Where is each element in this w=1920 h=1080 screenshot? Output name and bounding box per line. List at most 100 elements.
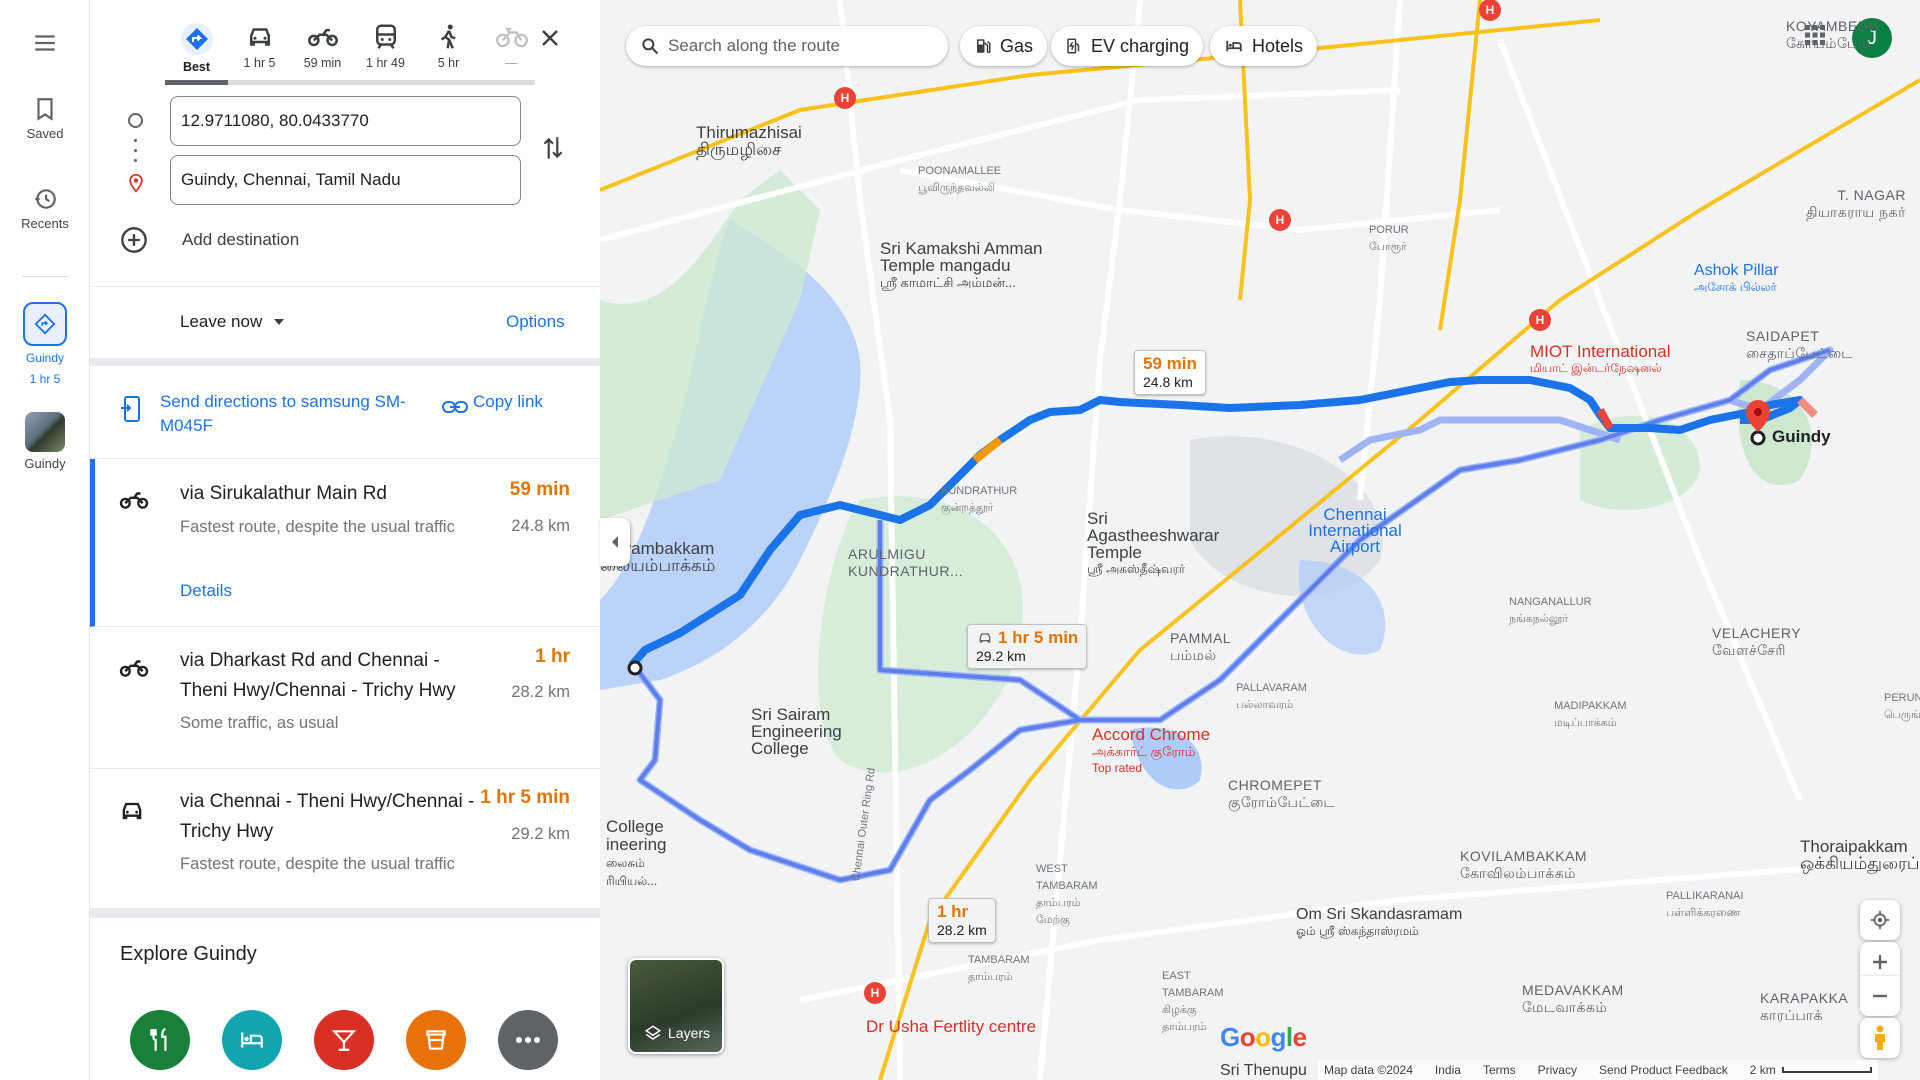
map-label-chromepet: CHROMEPET குரோம்பேட்டை bbox=[1228, 777, 1336, 810]
map-label-chennai-airport[interactable]: Chennai International Airport bbox=[1300, 506, 1410, 555]
map-label-sri-thenupu: Sri Thenupu bbox=[1220, 1062, 1307, 1079]
map-label-perun: PERUN பெருங் bbox=[1884, 692, 1920, 721]
section-divider-thick bbox=[90, 358, 600, 366]
map-label-saidapet: SAIDAPET சைதாப்பேட்டை bbox=[1746, 328, 1853, 361]
explore-heading: Explore Guindy bbox=[120, 943, 257, 965]
category-coffee-button[interactable] bbox=[406, 1010, 466, 1070]
mode-driving-label: 1 hr 5 bbox=[243, 56, 276, 70]
mode-walking[interactable]: 5 hr bbox=[417, 18, 480, 78]
route-option-2[interactable]: via Dharkast Rd and Chennai - Theni Hwy/… bbox=[90, 627, 600, 769]
map-label-kovilambakkam: KOVILAMBAKKAM கோவிலம்பாக்கம் bbox=[1460, 848, 1588, 881]
category-bars-button[interactable] bbox=[314, 1010, 374, 1070]
route-name: via Chennai - Theni Hwy/Chennai - Trichy… bbox=[180, 791, 475, 842]
motorcycle-icon bbox=[119, 660, 149, 677]
map-label-accord-chrome[interactable]: Accord Chrome அக்கார்ட் குரோம் Top rated bbox=[1092, 726, 1210, 777]
send-directions-row: Send directions to samsung SM-M045F Copy… bbox=[120, 386, 580, 446]
gas-chip-label: Gas bbox=[1000, 35, 1034, 56]
callout-time: 1 hr 5 min bbox=[998, 628, 1079, 647]
footer-privacy-link[interactable]: Privacy bbox=[1538, 1063, 1577, 1077]
route-subtitle: Some traffic, as usual bbox=[180, 714, 339, 732]
route-name: via Dharkast Rd and Chennai - Theni Hwy/… bbox=[180, 650, 456, 701]
rail-trip-guindy[interactable]: Guindy 1 hr 5 bbox=[0, 302, 90, 388]
layers-button[interactable]: Layers bbox=[628, 958, 724, 1054]
close-directions-button[interactable] bbox=[538, 26, 562, 55]
bar-icon bbox=[331, 1030, 357, 1051]
mode-cycling[interactable]: — bbox=[480, 18, 543, 78]
search-along-route-input[interactable]: Search along the route bbox=[626, 26, 948, 66]
mode-motorcycle[interactable]: 59 min bbox=[291, 18, 354, 78]
search-placeholder: Search along the route bbox=[668, 36, 841, 55]
mode-best[interactable]: Best bbox=[165, 18, 228, 78]
place-thumbnail bbox=[25, 412, 65, 452]
ev-chip-label: EV charging bbox=[1091, 35, 1190, 56]
close-icon bbox=[542, 30, 558, 46]
menu-button[interactable] bbox=[0, 30, 90, 56]
map-label-madipakkam: MADIPAKKAM மடிப்பாக்கம் bbox=[1554, 700, 1627, 729]
route-option-1[interactable]: via Sirukalathur Main Rd Fastest route, … bbox=[90, 459, 600, 627]
footer-terms-link[interactable]: Terms bbox=[1483, 1063, 1516, 1077]
route-distance: 24.8 km bbox=[511, 517, 570, 535]
gas-chip[interactable]: Gas bbox=[960, 26, 1048, 66]
footer-feedback-link[interactable]: Send Product Feedback bbox=[1599, 1063, 1728, 1077]
swap-button[interactable] bbox=[540, 133, 566, 168]
map-label-sri-sairam: Sri Sairam Engineering College bbox=[751, 705, 842, 758]
map-label-miot[interactable]: MIOT International மியாட் இன்டர்நேஷனல் bbox=[1530, 343, 1670, 377]
map-footer: Map data ©2024 India Terms Privacy Send … bbox=[1318, 1060, 1878, 1080]
rail-place-guindy[interactable]: Guindy bbox=[0, 412, 90, 472]
collapse-panel-button[interactable] bbox=[600, 518, 630, 566]
map-label-pallavaram: PALLAVARAM பல்லாவரம் bbox=[1236, 682, 1307, 711]
leave-now-dropdown[interactable]: Leave now bbox=[180, 312, 286, 332]
category-hotels-button[interactable] bbox=[222, 1010, 282, 1070]
zoom-out-button[interactable] bbox=[1860, 976, 1900, 1016]
mode-cycling-label: — bbox=[505, 56, 518, 70]
rail-divider bbox=[22, 276, 68, 277]
map-label-karapakka: KARAPAKKA காரப்பாக் bbox=[1760, 990, 1849, 1023]
street-view-button[interactable] bbox=[1860, 1018, 1900, 1058]
best-route-icon bbox=[180, 23, 213, 55]
svg-text:H: H bbox=[871, 986, 880, 1000]
svg-text:H: H bbox=[841, 91, 850, 105]
map-canvas[interactable]: H H H H H Search along the route Gas EV char… bbox=[600, 0, 1920, 1080]
route-option-3[interactable]: via Chennai - Theni Hwy/Chennai - Trichy… bbox=[90, 769, 600, 909]
route-callout-2[interactable]: 1 hr 5 min 29.2 km bbox=[967, 624, 1088, 669]
origin-input[interactable]: 12.9711080, 80.0433770 bbox=[170, 96, 521, 146]
copy-link-button[interactable]: Copy link bbox=[473, 390, 553, 414]
recents-button[interactable]: Recents bbox=[0, 186, 90, 232]
saved-label: Saved bbox=[26, 126, 64, 141]
rail-trip-label: Guindy bbox=[25, 351, 65, 365]
options-button[interactable]: Options bbox=[506, 312, 565, 332]
add-destination-button[interactable]: Add destination bbox=[120, 226, 299, 254]
mode-walking-label: 5 hr bbox=[437, 56, 460, 70]
scale-bar-label[interactable]: 2 km bbox=[1750, 1063, 1776, 1077]
minus-icon bbox=[1873, 994, 1887, 998]
ev-charging-chip[interactable]: EV charging bbox=[1051, 26, 1204, 66]
destination-input[interactable]: Guindy, Chennai, Tamil Nadu bbox=[170, 155, 521, 205]
map-label-velachery: VELACHERY வேளச்சேரி bbox=[1712, 625, 1802, 658]
hotels-chip[interactable]: Hotels bbox=[1210, 26, 1318, 66]
category-restaurants-button[interactable] bbox=[130, 1010, 190, 1070]
origin-marker-icon bbox=[128, 113, 143, 128]
category-more-button[interactable] bbox=[498, 1010, 558, 1070]
svg-text:H: H bbox=[1276, 213, 1285, 227]
route-details-link[interactable]: Details bbox=[180, 581, 232, 601]
route-callout-3[interactable]: 1 hr 28.2 km bbox=[928, 898, 996, 943]
footer-country-link[interactable]: India bbox=[1435, 1063, 1461, 1077]
map-label-guindy[interactable]: Guindy bbox=[1772, 428, 1831, 445]
mode-scroll-track bbox=[165, 80, 535, 85]
map-label-koyambedu: KOYAMBEDU கோயம்பேடு bbox=[1786, 18, 1879, 51]
my-location-button[interactable] bbox=[1860, 900, 1900, 940]
saved-button[interactable]: Saved bbox=[0, 96, 90, 142]
map-label-dr-usha[interactable]: Dr Usha Fertlity centre bbox=[866, 1018, 1036, 1035]
mode-driving[interactable]: 1 hr 5 bbox=[228, 18, 291, 78]
send-directions-link[interactable]: Send directions to samsung SM-M045F bbox=[160, 390, 440, 438]
route-callout-1[interactable]: 59 min 24.8 km bbox=[1134, 350, 1206, 395]
route-time: 1 hr bbox=[535, 646, 570, 667]
mode-transit[interactable]: 1 hr 49 bbox=[354, 18, 417, 78]
destination-pin-icon bbox=[129, 173, 143, 193]
restaurant-icon bbox=[150, 1028, 167, 1051]
destination-marker[interactable] bbox=[1750, 430, 1766, 446]
section-divider bbox=[90, 286, 600, 287]
svg-text:H: H bbox=[1536, 313, 1545, 327]
route-name: via Sirukalathur Main Rd bbox=[180, 483, 387, 504]
origin-marker[interactable] bbox=[627, 660, 643, 676]
